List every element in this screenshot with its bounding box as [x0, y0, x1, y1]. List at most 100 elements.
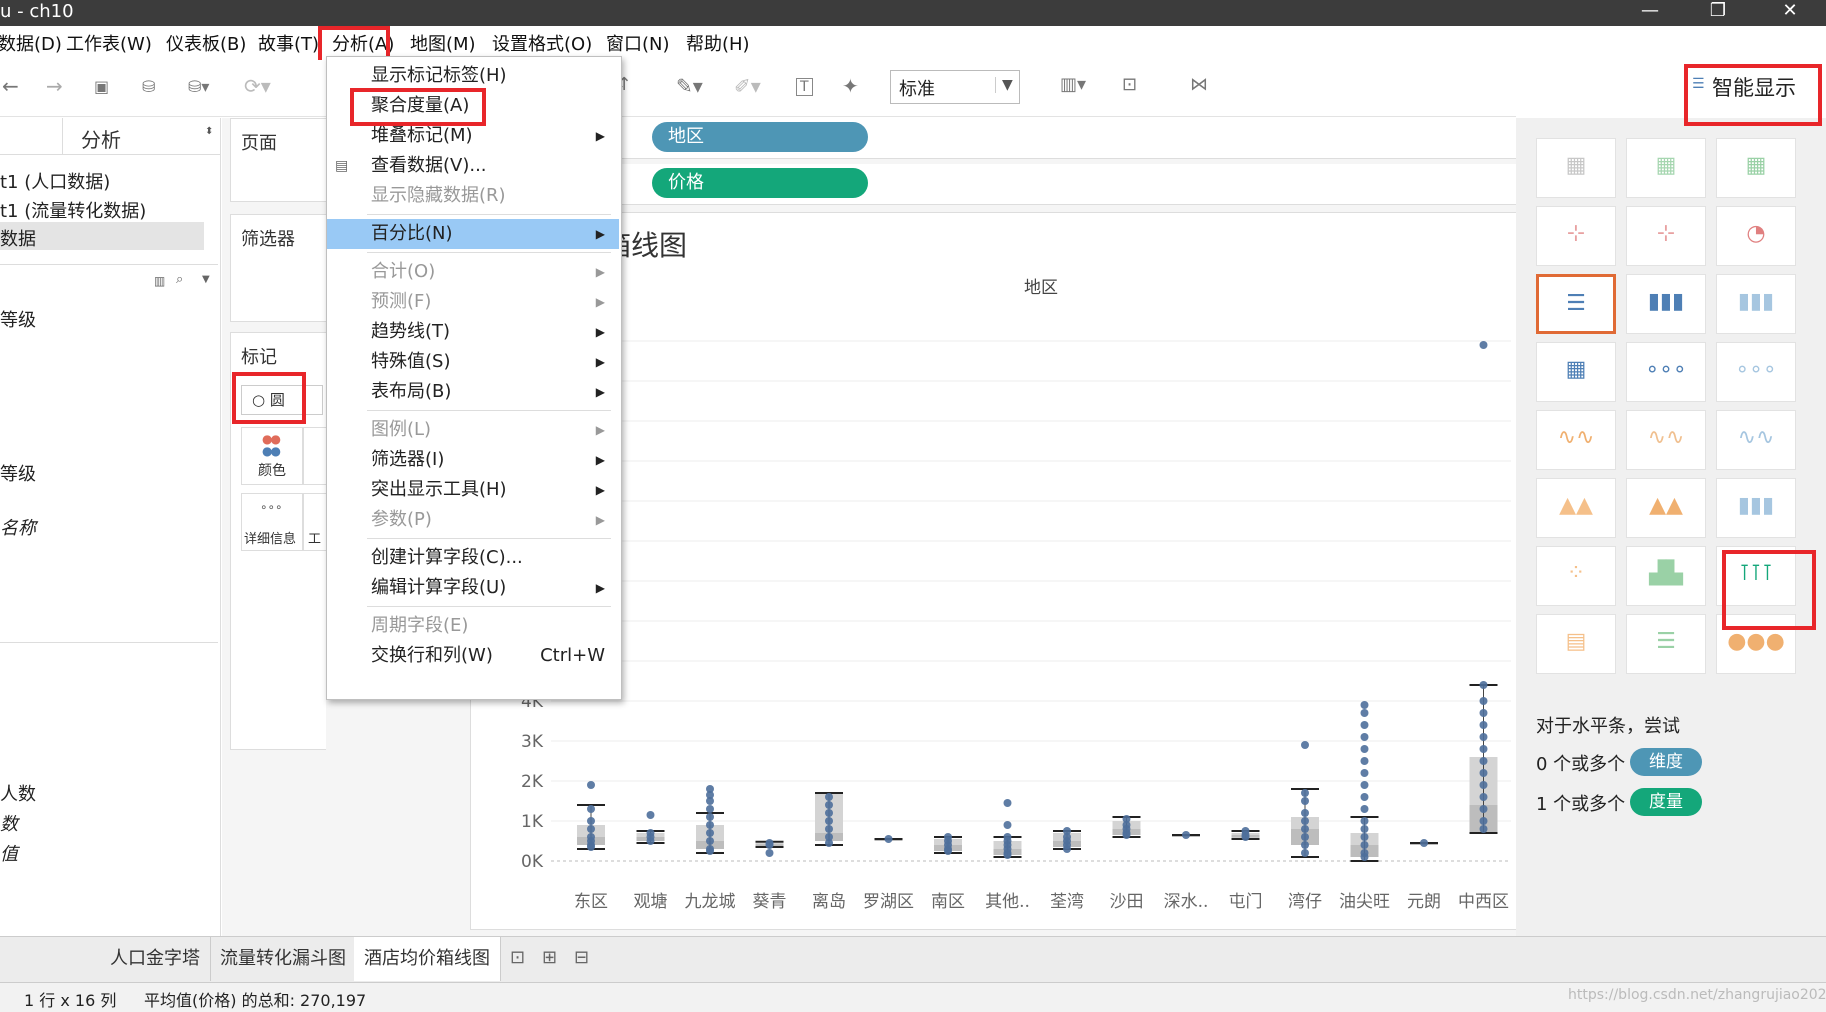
- pause-update-icon[interactable]: ⛁▾: [188, 77, 209, 96]
- chart-type-option[interactable]: ▦: [1716, 138, 1796, 198]
- data-point[interactable]: [1479, 745, 1488, 753]
- menu-option[interactable]: ▤ 查看数据(V)...: [327, 151, 619, 181]
- box-14[interactable]: [1410, 839, 1438, 847]
- menu-help[interactable]: 帮助(H): [686, 30, 750, 56]
- box-12[interactable]: [1291, 741, 1319, 858]
- tab-analysis[interactable]: 分析 ⬍: [62, 118, 219, 154]
- data-point[interactable]: [646, 811, 655, 819]
- menu-option[interactable]: 特殊值(S) ▶: [327, 347, 619, 377]
- data-point[interactable]: [646, 837, 655, 845]
- search-icon[interactable]: ⌕: [176, 272, 183, 287]
- chart-type-option[interactable]: ∘∘∘: [1626, 342, 1706, 402]
- pages-card[interactable]: 页面: [230, 118, 328, 202]
- data-point[interactable]: [1360, 757, 1369, 765]
- data-point[interactable]: [706, 813, 714, 821]
- menu-option[interactable]: 显示标记标签(H): [327, 61, 619, 91]
- sheet-tab[interactable]: 人口金字塔: [100, 937, 211, 981]
- menu-option[interactable]: 创建计算字段(C)...: [327, 543, 619, 573]
- data-point[interactable]: [825, 809, 833, 817]
- box-4[interactable]: [815, 792, 843, 847]
- chart-type-option[interactable]: ⁘: [1536, 546, 1616, 606]
- data-point[interactable]: [587, 805, 595, 813]
- menu-option[interactable]: 筛选器(I) ▶: [327, 445, 619, 475]
- chart-type-option[interactable]: ∿∿: [1626, 410, 1706, 470]
- data-point[interactable]: [1360, 709, 1369, 717]
- forward-icon[interactable]: →: [46, 74, 63, 98]
- menu-option[interactable]: 表布局(B) ▶: [327, 377, 619, 407]
- chart-type-option[interactable]: ☰: [1536, 274, 1616, 334]
- data-point[interactable]: [1479, 781, 1488, 789]
- chart-type-option[interactable]: ∿∿: [1716, 410, 1796, 470]
- field-item[interactable]: 等级: [0, 306, 36, 332]
- data-point[interactable]: [1003, 851, 1012, 859]
- chevron-down-icon[interactable]: ▼: [202, 274, 210, 285]
- data-point[interactable]: [1360, 833, 1369, 841]
- new-datasource-icon[interactable]: ⛁: [142, 77, 155, 96]
- data-point[interactable]: [1479, 697, 1488, 705]
- data-point[interactable]: [1479, 681, 1488, 689]
- data-point[interactable]: [1479, 769, 1488, 777]
- data-point[interactable]: [1301, 789, 1309, 797]
- data-point[interactable]: [1479, 341, 1488, 349]
- data-point[interactable]: [825, 825, 833, 833]
- data-point[interactable]: [706, 837, 714, 845]
- data-point[interactable]: [1360, 769, 1369, 777]
- data-point[interactable]: [1241, 833, 1250, 841]
- box-8[interactable]: [1053, 827, 1081, 853]
- data-point[interactable]: [1301, 817, 1309, 825]
- chart-type-option[interactable]: ▦: [1626, 138, 1706, 198]
- data-point[interactable]: [1479, 825, 1488, 833]
- field-item[interactable]: 名称: [0, 514, 36, 540]
- data-point[interactable]: [1301, 797, 1309, 805]
- pin-icon[interactable]: ✦: [842, 74, 859, 98]
- box-9[interactable]: [1112, 815, 1141, 839]
- data-point[interactable]: [825, 793, 833, 801]
- menu-window[interactable]: 窗口(N): [606, 30, 670, 56]
- menu-option[interactable]: 交换行和列(W) Ctrl+W: [327, 641, 619, 671]
- data-point[interactable]: [1122, 831, 1131, 839]
- box-0[interactable]: [577, 781, 605, 851]
- box-15[interactable]: [1469, 341, 1498, 834]
- data-point[interactable]: [1479, 817, 1488, 825]
- data-point[interactable]: [765, 841, 774, 849]
- columns-pill-region[interactable]: 地区: [652, 122, 868, 152]
- chart-type-option[interactable]: ▮▮▮: [1716, 274, 1796, 334]
- chart-type-option[interactable]: ⊹: [1536, 206, 1616, 266]
- data-point[interactable]: [1063, 845, 1071, 853]
- new-worksheet-icon[interactable]: ⊡: [510, 947, 525, 968]
- sheet-tab-active[interactable]: 酒店均价箱线图: [354, 937, 501, 981]
- menu-option[interactable]: 百分比(N) ▶: [327, 219, 619, 249]
- box-series[interactable]: [577, 341, 1498, 862]
- data-point[interactable]: [587, 817, 595, 825]
- text-label-icon[interactable]: T: [796, 78, 813, 96]
- save-icon[interactable]: ▣: [94, 77, 109, 96]
- data-point[interactable]: [1360, 805, 1369, 813]
- back-icon[interactable]: ←: [2, 74, 19, 98]
- box-2[interactable]: [696, 785, 724, 855]
- data-point[interactable]: [1479, 709, 1488, 717]
- field-item[interactable]: 值: [0, 840, 18, 866]
- field-item[interactable]: 数: [0, 810, 18, 836]
- field-item[interactable]: 人数: [0, 780, 36, 806]
- chart-type-option[interactable]: ▮▮▮: [1716, 478, 1796, 538]
- restore-button[interactable]: ❐: [1688, 0, 1748, 26]
- menu-data[interactable]: 数据(D): [0, 30, 62, 56]
- close-button[interactable]: ✕: [1760, 0, 1820, 26]
- color-button[interactable]: ●● ●● 颜色: [241, 427, 303, 485]
- chart-type-option[interactable]: ∿∿: [1536, 410, 1616, 470]
- data-point[interactable]: [1360, 853, 1369, 861]
- data-point[interactable]: [1301, 833, 1309, 841]
- data-point[interactable]: [884, 835, 893, 843]
- chart-type-option[interactable]: ☰: [1626, 614, 1706, 674]
- refresh-icon[interactable]: ⟳▾: [244, 74, 271, 98]
- menu-story[interactable]: 故事(T): [258, 30, 319, 56]
- menu-worksheet[interactable]: 工作表(W): [66, 30, 152, 56]
- chart-type-option[interactable]: ▲▲: [1626, 478, 1706, 538]
- box-5[interactable]: [874, 835, 903, 843]
- data-point[interactable]: [1479, 721, 1488, 729]
- menu-option[interactable]: 趋势线(T) ▶: [327, 317, 619, 347]
- menu-map[interactable]: 地图(M): [410, 30, 476, 56]
- datasource-item[interactable]: t1 (人口数据): [0, 168, 110, 194]
- highlight-pen-icon[interactable]: ✎▾: [676, 74, 703, 98]
- data-point[interactable]: [706, 821, 714, 829]
